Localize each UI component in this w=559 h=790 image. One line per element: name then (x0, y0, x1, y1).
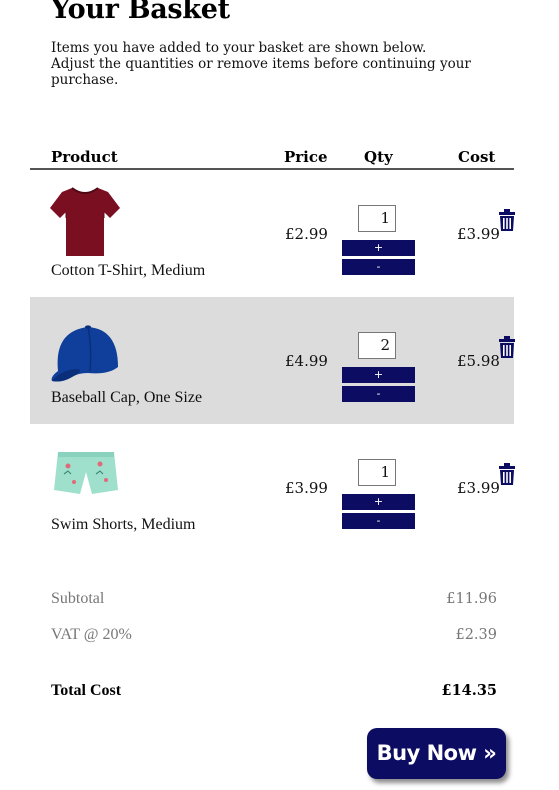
increase-quantity-button[interactable]: + (342, 367, 415, 383)
decrease-quantity-button[interactable]: - (342, 259, 415, 275)
subtotal-value: £11.96 (446, 591, 497, 607)
page-title: Your Basket (51, 0, 230, 25)
product-cost: £3.99 (457, 225, 500, 243)
product-cost: £3.99 (457, 479, 500, 497)
product-cost: £5.98 (457, 352, 500, 370)
basket-table: Product Price Qty Cost Cotton T-Shirt, M… (30, 140, 516, 551)
buy-now-button[interactable]: Buy Now » (367, 728, 506, 779)
quantity-input[interactable]: 2 (358, 332, 396, 359)
trash-icon[interactable] (498, 209, 516, 231)
subtotal-label: Subtotal (51, 590, 105, 607)
table-row: Cotton T-Shirt, Medium £2.99 1 + - £3.99 (30, 170, 516, 297)
product-price: £4.99 (285, 352, 328, 370)
trash-icon[interactable] (498, 463, 516, 485)
product-price: £2.99 (285, 225, 328, 243)
product-name: Baseball Cap, One Size (51, 389, 203, 406)
quantity-input[interactable]: 1 (358, 205, 396, 232)
total-value: £14.35 (441, 682, 498, 699)
product-price: £3.99 (285, 479, 328, 497)
product-name: Cotton T-Shirt, Medium (51, 262, 206, 279)
increase-quantity-button[interactable]: + (342, 240, 415, 256)
quantity-input[interactable]: 1 (358, 459, 396, 486)
vat-label: VAT @ 20% (51, 626, 132, 643)
table-row: Swim Shorts, Medium £3.99 1 + - £3.99 (30, 424, 516, 551)
total-label: Total Cost (51, 682, 122, 699)
table-header: Product Price Qty Cost (30, 140, 514, 170)
vat-value: £2.39 (455, 627, 497, 643)
tshirt-icon (50, 187, 120, 256)
intro-text: Items you have added to your basket are … (51, 40, 521, 88)
intro-line: Items you have added to your basket are … (51, 40, 427, 56)
header-product: Product (51, 148, 118, 166)
decrease-quantity-button[interactable]: - (342, 386, 415, 402)
cap-icon (51, 325, 118, 382)
intro-line: Adjust the quantities or remove items be… (51, 56, 471, 72)
header-cost: Cost (458, 148, 496, 166)
table-row: Baseball Cap, One Size £4.99 2 + - £5.98 (30, 297, 516, 424)
trash-icon[interactable] (498, 336, 516, 358)
shorts-icon (54, 452, 118, 494)
intro-line: purchase. (51, 72, 119, 88)
increase-quantity-button[interactable]: + (342, 494, 415, 510)
decrease-quantity-button[interactable]: - (342, 513, 415, 529)
product-name: Swim Shorts, Medium (51, 516, 196, 533)
header-qty: Qty (364, 148, 393, 166)
header-price: Price (284, 148, 328, 166)
